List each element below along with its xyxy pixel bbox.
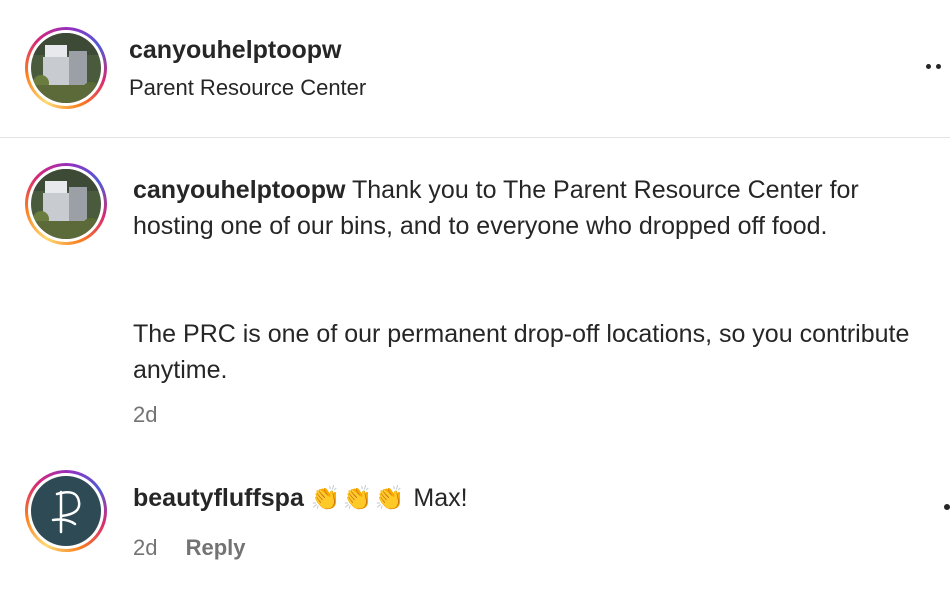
story-ring[interactable] (25, 470, 107, 552)
comment-username[interactable]: beautyfluffspa (133, 484, 304, 512)
post-header: canyouhelptoopw Parent Resource Center (0, 0, 950, 138)
reply-button[interactable]: Reply (186, 535, 246, 560)
story-ring[interactable] (25, 163, 107, 245)
avatar[interactable] (31, 33, 101, 103)
story-ring[interactable] (25, 27, 107, 109)
more-options-icon[interactable] (926, 56, 950, 76)
comment-timestamp[interactable]: 2d (133, 402, 157, 427)
comment-text: Max! (413, 484, 468, 512)
clapping-hands-emoji: 👏👏👏 (310, 484, 407, 512)
comment-meta: 2d (133, 402, 157, 428)
comment-options-icon[interactable] (944, 504, 950, 510)
comment-timestamp[interactable]: 2d (133, 535, 157, 560)
comment-paragraph: The PRC is one of our permanent drop-off… (133, 320, 910, 384)
comment-username[interactable]: canyouhelptoopw (133, 176, 346, 204)
header-location[interactable]: Parent Resource Center (129, 75, 366, 101)
avatar[interactable] (31, 476, 101, 546)
comment-body: beautyfluffspa 👏👏👏 Max! (133, 480, 933, 516)
header-username[interactable]: canyouhelptoopw (129, 36, 342, 65)
comment-body: canyouhelptoopw Thank you to The Parent … (133, 172, 933, 244)
avatar[interactable] (31, 169, 101, 239)
comment-meta: 2d Reply (133, 535, 246, 561)
